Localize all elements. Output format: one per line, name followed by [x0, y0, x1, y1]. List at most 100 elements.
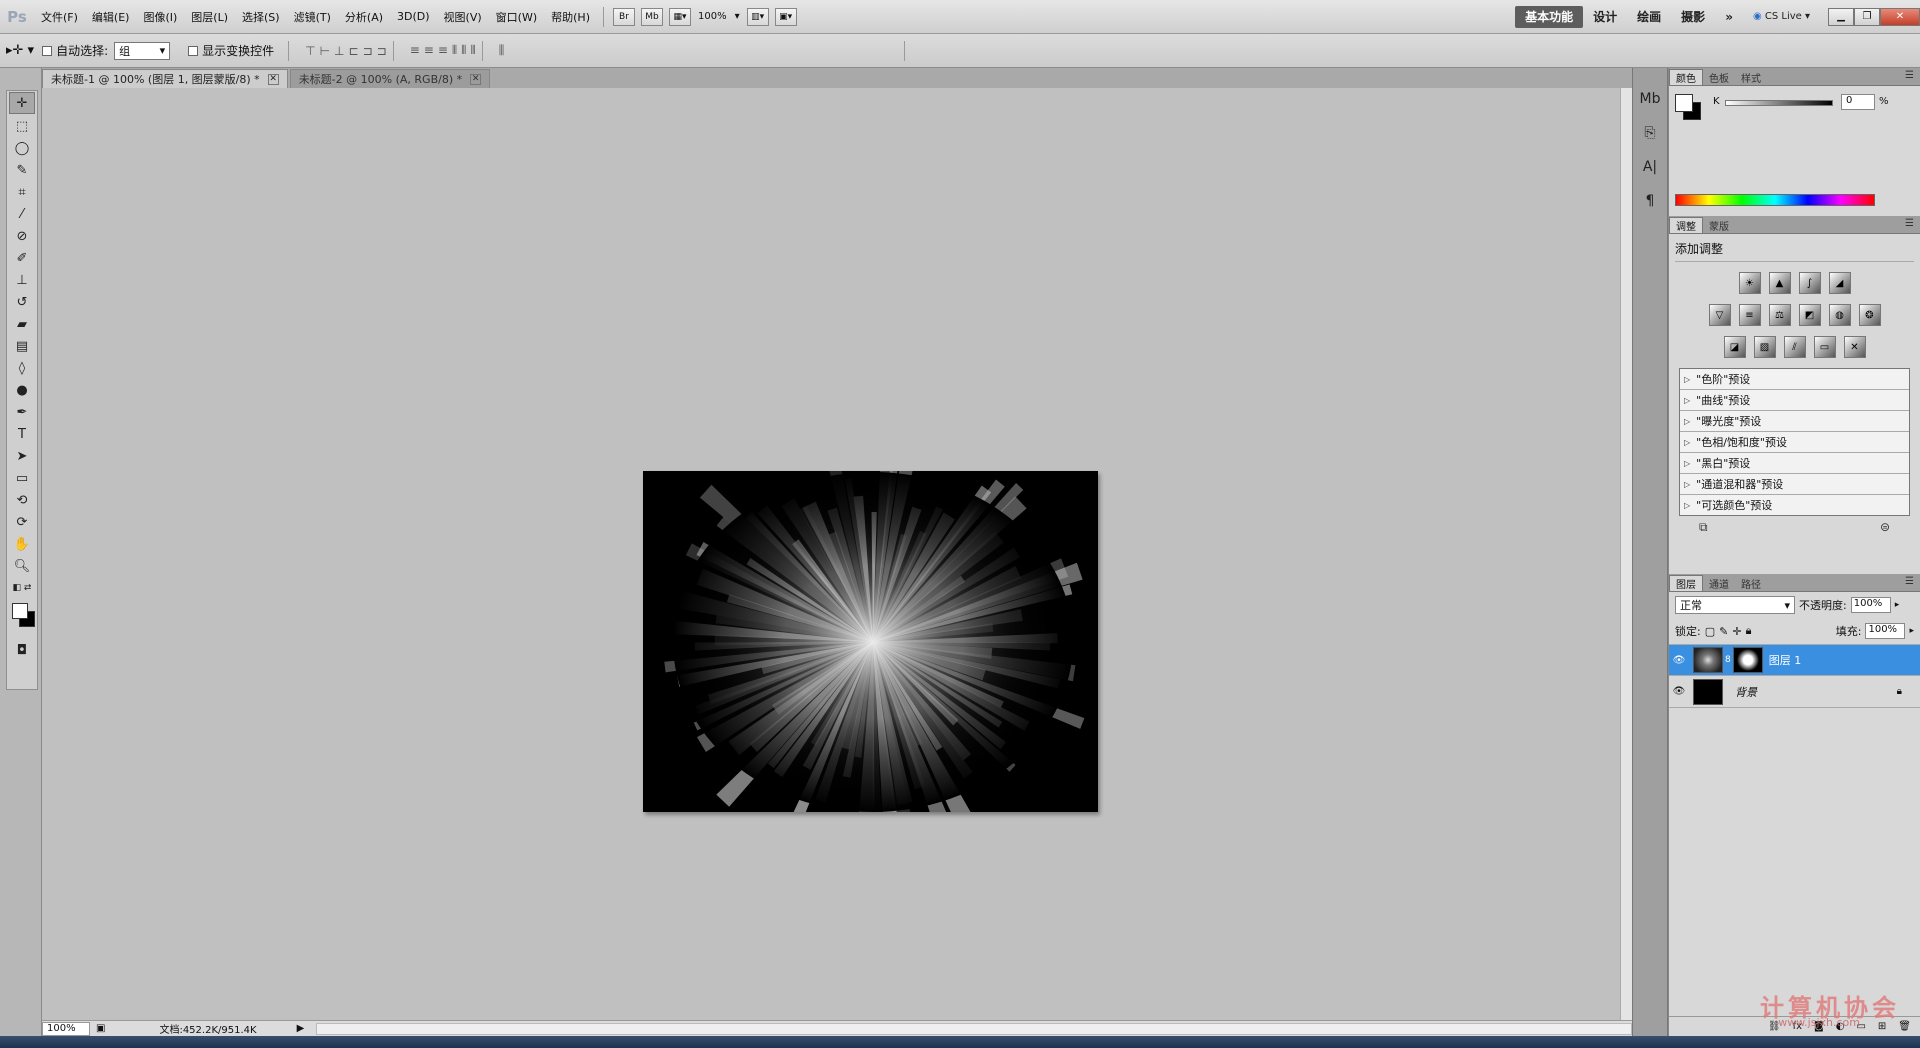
menu-file[interactable]: 文件(F): [34, 9, 85, 25]
layer-mask-thumbnail[interactable]: [1732, 647, 1763, 673]
close-button[interactable]: ✕: [1880, 7, 1920, 26]
status-icon[interactable]: ▣: [96, 1023, 105, 1034]
auto-select-checkbox[interactable]: [42, 45, 53, 56]
workspace-essentials[interactable]: 基本功能: [1515, 5, 1584, 28]
brightness-contrast-icon[interactable]: ☀: [1738, 272, 1761, 294]
menu-window[interactable]: 窗口(W): [489, 9, 544, 25]
foreground-color-swatch[interactable]: [12, 603, 28, 619]
tab-document-1[interactable]: 未标题-1 @ 100% (图层 1, 图层蒙版/8) * ✕: [42, 69, 288, 88]
auto-select-dropdown[interactable]: 组 ▾: [114, 41, 171, 60]
move-tool-icon[interactable]: ✛: [9, 92, 35, 114]
fill-arrow-icon[interactable]: ▸: [1909, 626, 1914, 636]
align-left-icon[interactable]: ⊏: [349, 44, 359, 58]
lock-all-icon[interactable]: 🔒︎: [1746, 624, 1752, 638]
invert-icon[interactable]: ◪: [1723, 336, 1746, 358]
menu-select[interactable]: 选择(S): [235, 9, 287, 25]
clone-stamp-tool-icon[interactable]: ⊥: [7, 269, 37, 291]
menu-help[interactable]: 帮助(H): [544, 9, 597, 25]
foreground-background-swatch[interactable]: [7, 599, 37, 639]
cs-live-button[interactable]: ◉ CS Live ▾: [1743, 11, 1820, 22]
paragraph-icon[interactable]: ¶: [1633, 184, 1667, 218]
panel-menu-icon[interactable]: ☰: [1905, 576, 1914, 587]
bridge-button[interactable]: Br: [612, 7, 635, 26]
tab-adjustments[interactable]: 调整: [1669, 217, 1703, 233]
eye-icon[interactable]: 👁︎: [1669, 655, 1689, 666]
hue-saturation-icon[interactable]: ≡: [1738, 304, 1761, 326]
color-foreground-swatch[interactable]: [1675, 94, 1693, 112]
layer-name[interactable]: 背景: [1735, 684, 1757, 700]
extras-button[interactable]: ▦▾: [668, 7, 691, 26]
layer-name[interactable]: 图层 1: [1769, 652, 1802, 668]
list-item[interactable]: ▷ "曲线"预设: [1680, 390, 1909, 411]
menu-analysis[interactable]: 分析(A): [338, 9, 390, 25]
show-transform-checkbox[interactable]: [188, 45, 199, 56]
blend-mode-select[interactable]: 正常 ▾: [1675, 596, 1795, 614]
menu-view[interactable]: 视图(V): [437, 9, 489, 25]
lock-position-icon[interactable]: ✛: [1732, 625, 1741, 638]
selective-color-icon[interactable]: ✕: [1843, 336, 1866, 358]
tab-paths[interactable]: 路径: [1735, 575, 1767, 591]
dodge-tool-icon[interactable]: ●: [7, 379, 37, 401]
status-menu-arrow-icon[interactable]: ▶: [297, 1023, 305, 1034]
panel-menu-icon[interactable]: ☰: [1905, 70, 1914, 81]
list-item[interactable]: ▷ "色相/饱和度"预设: [1680, 432, 1909, 453]
k-slider[interactable]: [1725, 100, 1833, 106]
black-white-icon[interactable]: ◩: [1798, 304, 1821, 326]
fill-input[interactable]: 100%: [1865, 623, 1906, 639]
3d-rotate-tool-icon[interactable]: ⟲: [7, 489, 37, 511]
panel-options-icon[interactable]: ⊜: [1880, 520, 1890, 534]
zoom-tool-icon[interactable]: 🔍︎: [7, 555, 37, 577]
lock-pixels-icon[interactable]: ✎: [1719, 625, 1728, 638]
align-right-icon[interactable]: ⊐: [377, 44, 387, 58]
workspace-more[interactable]: »: [1715, 10, 1743, 24]
trash-icon[interactable]: 🗑︎: [1898, 1021, 1911, 1032]
blur-tool-icon[interactable]: ◊: [7, 357, 37, 379]
tab-swatches[interactable]: 色板: [1703, 69, 1735, 85]
quick-mask-icon[interactable]: ◘: [7, 639, 37, 661]
distribute-hcenter-icon[interactable]: ⦀: [461, 43, 466, 58]
minimize-button[interactable]: ▁: [1828, 7, 1854, 26]
lock-transparency-icon[interactable]: ▢: [1705, 625, 1715, 638]
close-icon[interactable]: ✕: [267, 73, 279, 85]
distribute-right-icon[interactable]: ⦀: [470, 43, 475, 58]
tab-color[interactable]: 颜色: [1669, 69, 1703, 85]
marquee-tool-icon[interactable]: ⬚: [7, 115, 37, 137]
path-selection-tool-icon[interactable]: ➤: [7, 445, 37, 467]
levels-icon[interactable]: ▲: [1768, 272, 1791, 294]
exposure-icon[interactable]: ◢: [1828, 272, 1851, 294]
tab-styles[interactable]: 样式: [1735, 69, 1767, 85]
menu-layer[interactable]: 图层(L): [184, 9, 235, 25]
color-spectrum-bar[interactable]: [1675, 194, 1875, 206]
character-icon[interactable]: A|: [1633, 150, 1667, 184]
menu-3d[interactable]: 3D(D): [390, 10, 437, 23]
document-canvas[interactable]: [643, 420, 1098, 852]
opacity-input[interactable]: 100%: [1850, 597, 1891, 613]
pen-tool-icon[interactable]: ✒: [7, 401, 37, 423]
mini-bridge-icon[interactable]: Mb: [1633, 82, 1667, 116]
list-item[interactable]: ▷ "可选颜色"预设: [1680, 495, 1909, 515]
distribute-vcenter-icon[interactable]: ≡: [424, 43, 434, 58]
distribute-bottom-icon[interactable]: ≡: [438, 43, 448, 58]
tab-masks[interactable]: 蒙版: [1703, 217, 1735, 233]
threshold-icon[interactable]: ⫽: [1783, 336, 1806, 358]
lasso-tool-icon[interactable]: ◯: [7, 137, 37, 159]
layer-row-1[interactable]: 👁︎ 8 图层 1: [1669, 644, 1920, 676]
menu-image[interactable]: 图像(I): [136, 9, 184, 25]
gradient-map-icon[interactable]: ▭: [1813, 336, 1836, 358]
k-value-input[interactable]: 0: [1841, 94, 1875, 110]
distribute-left-icon[interactable]: ⦀: [452, 43, 457, 58]
panel-menu-icon[interactable]: ☰: [1905, 218, 1914, 229]
list-item[interactable]: ▷ "黑白"预设: [1680, 453, 1909, 474]
chain-link-icon[interactable]: 8: [1725, 655, 1731, 665]
close-icon[interactable]: ✕: [470, 73, 482, 85]
eye-icon[interactable]: 👁︎: [1669, 686, 1689, 697]
list-item[interactable]: ▷ "色阶"预设: [1680, 369, 1909, 390]
canvas-area[interactable]: [42, 88, 1620, 1020]
align-top-icon[interactable]: ⊤: [305, 44, 315, 58]
tab-document-2[interactable]: 未标题-2 @ 100% (A, RGB/8) * ✕: [289, 69, 491, 88]
align-hcenter-icon[interactable]: ⊐: [363, 44, 373, 58]
auto-align-button[interactable]: ⫼: [499, 43, 505, 58]
mini-bridge-button[interactable]: Mb: [640, 7, 663, 26]
menu-edit[interactable]: 编辑(E): [85, 9, 137, 25]
workspace-painting[interactable]: 绘画: [1627, 8, 1671, 25]
